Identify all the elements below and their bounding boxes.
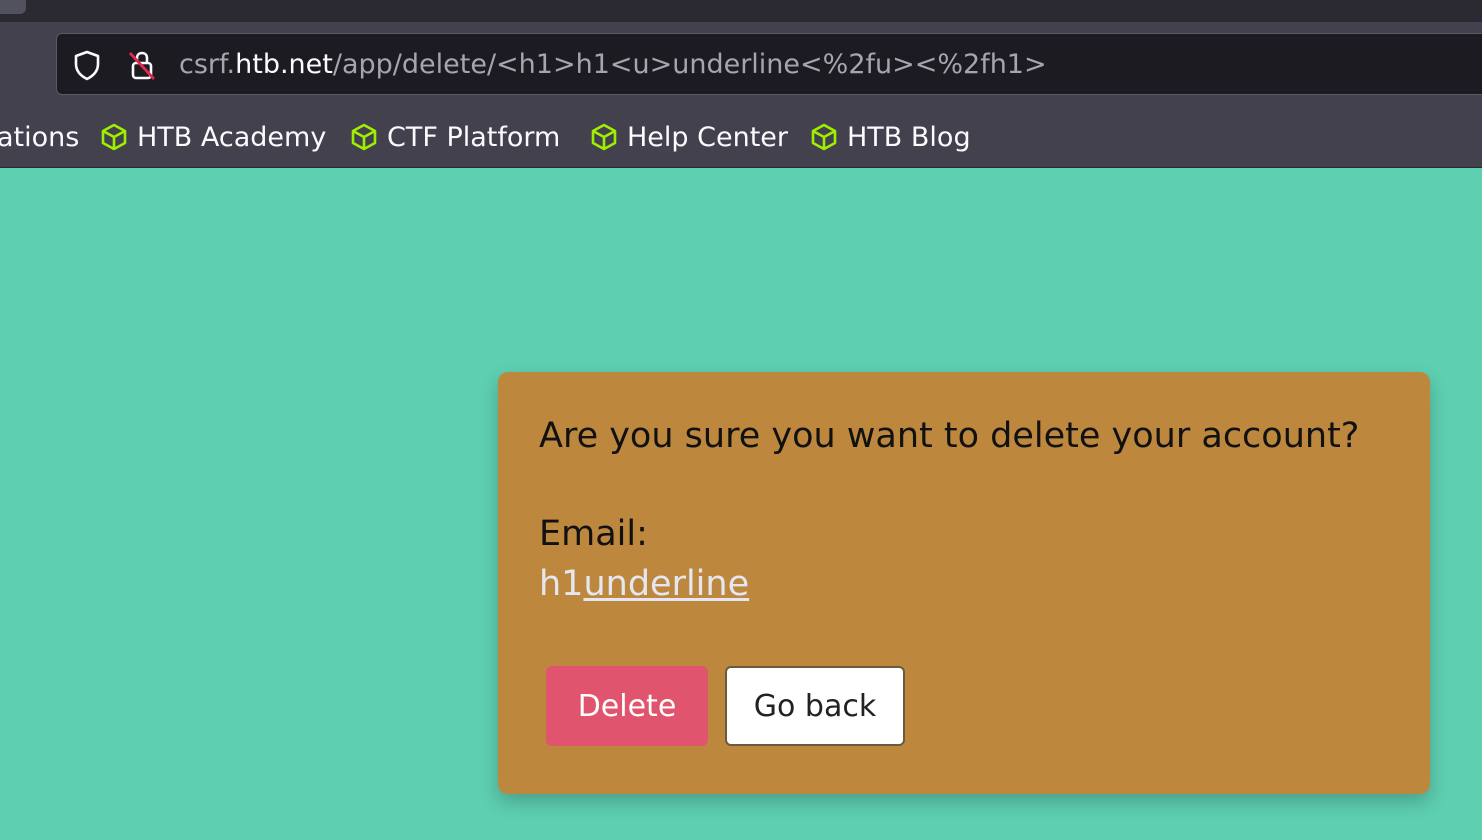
navigation-toolbar: csrf.htb.net/app/delete/<h1>h1<u>underli… <box>0 22 1482 108</box>
bookmark-label: ations <box>0 121 80 153</box>
htb-cube-icon <box>591 123 617 151</box>
bookmark-item-applications[interactable]: ations <box>0 118 79 156</box>
confirmation-question: Are you sure you want to delete your acc… <box>539 416 1360 456</box>
bookmark-label: Help Center <box>627 121 789 153</box>
email-label: Email: <box>539 514 648 554</box>
tab-strip <box>0 0 1482 22</box>
bookmark-item-help-center[interactable]: Help Center <box>589 118 788 156</box>
bookmark-label: CTF Platform <box>387 121 561 153</box>
shield-icon[interactable] <box>70 48 104 82</box>
email-value-underlined: underline <box>583 564 750 604</box>
email-value-text: h1 <box>539 564 584 604</box>
bookmark-label: HTB Blog <box>847 121 971 153</box>
insecure-lock-icon[interactable] <box>125 48 159 82</box>
address-bar[interactable]: csrf.htb.net/app/delete/<h1>h1<u>underli… <box>56 33 1482 95</box>
htb-cube-icon <box>101 123 127 151</box>
go-back-button[interactable]: Go back <box>725 666 905 746</box>
url-host: htb.net <box>235 49 333 80</box>
tab-edge[interactable] <box>0 0 26 14</box>
url-path: /app/delete/<h1>h1<u>underline<%2fu><%2f… <box>332 49 1047 80</box>
delete-account-dialog: Are you sure you want to delete your acc… <box>498 372 1430 794</box>
bookmark-item-htb-blog[interactable]: HTB Blog <box>809 118 971 156</box>
htb-cube-icon <box>811 123 837 151</box>
url-prefix: csrf. <box>179 49 236 80</box>
bookmarks-toolbar: ations HTB Academy CTF Platform Help Cen… <box>0 108 1482 168</box>
bookmark-item-htb-academy[interactable]: HTB Academy <box>99 118 326 156</box>
email-value: h1underline <box>539 564 749 604</box>
url-text[interactable]: csrf.htb.net/app/delete/<h1>h1<u>underli… <box>179 47 1047 83</box>
htb-cube-icon <box>351 123 377 151</box>
bookmark-item-ctf-platform[interactable]: CTF Platform <box>349 118 560 156</box>
delete-button[interactable]: Delete <box>546 666 708 746</box>
bookmark-label: HTB Academy <box>137 121 327 153</box>
